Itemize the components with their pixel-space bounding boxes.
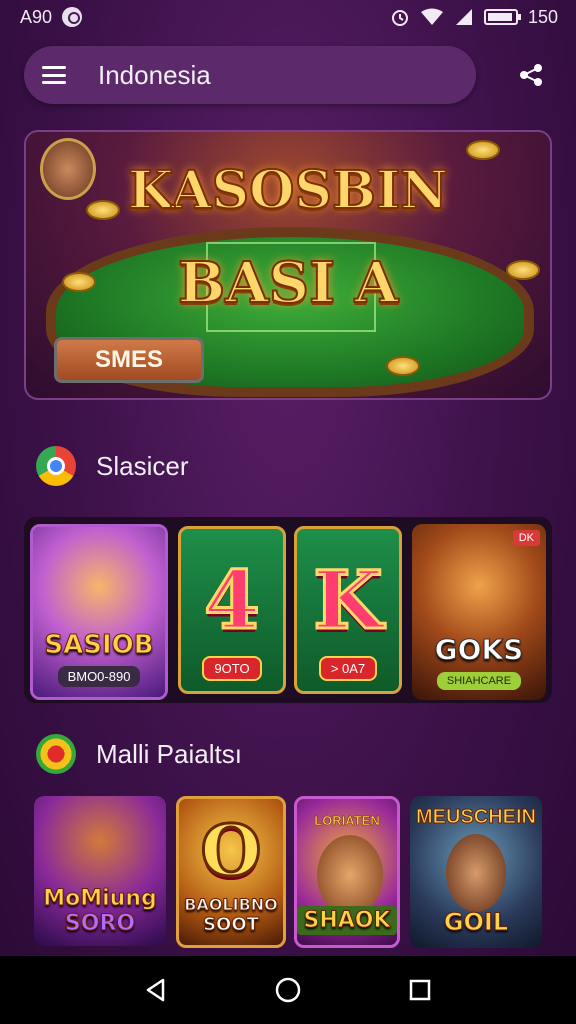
section-title: Malli Paialtsı bbox=[96, 738, 242, 769]
battery-icon bbox=[483, 9, 521, 25]
battery-level: 150 bbox=[527, 6, 558, 27]
card-title-2: SORO bbox=[64, 911, 136, 937]
share-icon[interactable] bbox=[518, 62, 544, 88]
game-card[interactable]: 4 9OTO bbox=[178, 526, 286, 694]
chrome-logo-icon bbox=[36, 446, 76, 486]
coin-icon bbox=[466, 140, 500, 160]
target-logo-icon bbox=[36, 734, 76, 774]
signal-icon bbox=[455, 9, 472, 25]
system-nav-bar bbox=[0, 956, 576, 1024]
card-title: BAOLIBNO bbox=[184, 895, 279, 915]
card-subtitle: BMO0-890 bbox=[57, 666, 141, 687]
section-header: Slasicer bbox=[36, 446, 188, 486]
card-subtitle: SHIAHCARE bbox=[436, 672, 522, 690]
search-input[interactable]: Indonesia bbox=[98, 60, 211, 91]
card-top-label: LORIATEN bbox=[314, 813, 380, 829]
game-card[interactable]: MEUSCHEIN GOIL bbox=[410, 796, 542, 948]
card-title: SASIOB bbox=[44, 630, 154, 661]
home-circle-icon[interactable] bbox=[268, 970, 308, 1010]
section-header: Malli Paialtsı bbox=[36, 734, 242, 774]
king-card-icon: K bbox=[312, 552, 385, 649]
four-card-icon: 4 bbox=[203, 552, 262, 649]
card-title: GOIL bbox=[443, 908, 509, 937]
card-title: MoMiung bbox=[43, 886, 158, 912]
promo-banner[interactable]: KASOSBIN BASI A SMES bbox=[24, 130, 552, 400]
game-card[interactable]: LORIATEN SHAOK bbox=[294, 796, 400, 948]
banner-title: KASOSBIN bbox=[127, 159, 449, 222]
game-card[interactable]: DK GOKS SHIAHCARE bbox=[412, 524, 546, 700]
banner-subtitle: BASI A bbox=[177, 249, 399, 317]
card-title: SHAOK bbox=[297, 906, 397, 935]
status-bar: A90 150 bbox=[0, 0, 576, 34]
card-title: GOKS bbox=[434, 633, 524, 667]
card-subtitle: 9OTO bbox=[202, 656, 262, 681]
wifi-icon bbox=[420, 8, 443, 25]
banner-button[interactable]: SMES bbox=[54, 337, 204, 383]
badge: DK bbox=[512, 530, 540, 546]
notification-icon bbox=[62, 7, 83, 27]
alarm-icon bbox=[391, 10, 408, 26]
section-title: Slasicer bbox=[96, 450, 189, 481]
miner-icon bbox=[317, 835, 383, 915]
search-bar[interactable]: Indonesia bbox=[24, 46, 476, 104]
card-subtitle: > 0A7 bbox=[318, 656, 378, 681]
game-card[interactable]: O BAOLIBNO SOOT bbox=[176, 796, 286, 948]
card-top-label: MEUSCHEIN bbox=[415, 806, 536, 829]
game-card[interactable]: SASIOB BMO0-890 bbox=[30, 524, 168, 700]
back-triangle-icon[interactable] bbox=[136, 970, 176, 1010]
gold-o-icon: O bbox=[199, 808, 263, 894]
coin-icon bbox=[386, 356, 420, 376]
game-card[interactable]: MoMiung SORO bbox=[34, 796, 166, 946]
menu-icon[interactable] bbox=[42, 66, 66, 84]
recents-square-icon[interactable] bbox=[400, 970, 440, 1010]
game-card[interactable]: K > 0A7 bbox=[294, 526, 402, 694]
card-title-2: SOOT bbox=[203, 914, 260, 936]
status-time: A90 bbox=[20, 6, 53, 27]
engineer-icon bbox=[446, 834, 506, 912]
